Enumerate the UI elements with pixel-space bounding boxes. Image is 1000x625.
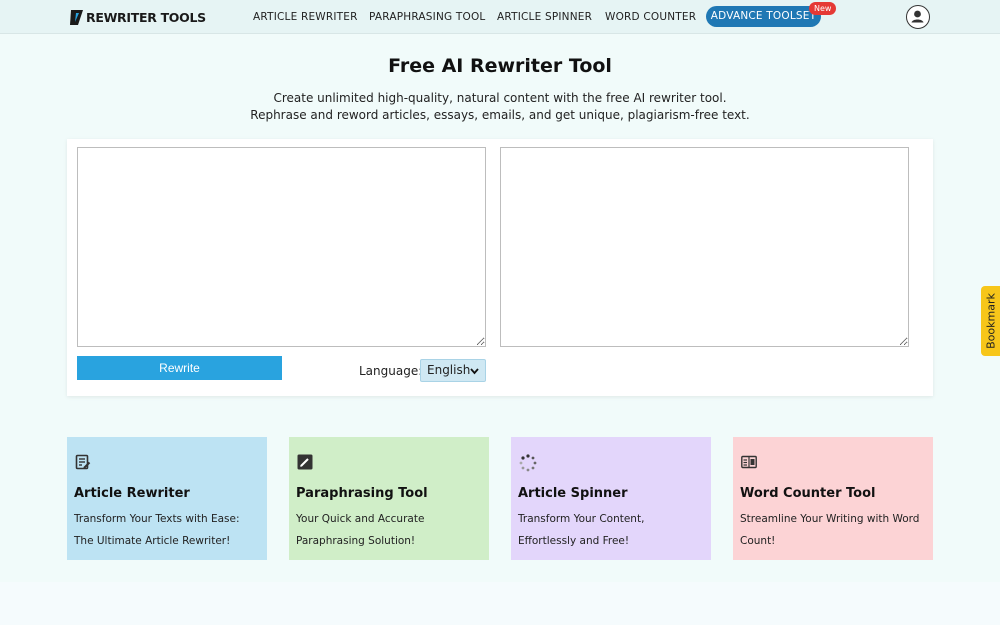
site-header: REWRITER TOOLS ARTICLE REWRITER PARAPHRA… — [0, 0, 1000, 34]
card-title: Article Rewriter — [74, 486, 190, 501]
output-textarea[interactable] — [500, 147, 909, 347]
site-logo[interactable]: REWRITER TOOLS — [69, 8, 206, 26]
word-count-icon — [741, 454, 757, 470]
user-avatar-icon[interactable] — [906, 5, 930, 29]
card-paraphrasing-tool[interactable]: Paraphrasing Tool Your Quick and Accurat… — [289, 437, 489, 560]
card-title: Article Spinner — [518, 486, 628, 501]
card-article-rewriter[interactable]: Article Rewriter Transform Your Texts wi… — [67, 437, 267, 560]
card-word-counter[interactable]: Word Counter Tool Streamline Your Writin… — [733, 437, 933, 560]
logo-text: REWRITER TOOLS — [86, 9, 206, 25]
bookmark-label: Bookmark — [984, 293, 997, 349]
language-label: Language: — [359, 364, 423, 378]
rewriter-panel: Rewrite Language: English — [67, 139, 933, 396]
card-description: Streamline Your Writing with Word Count! — [740, 513, 920, 547]
nav-article-rewriter[interactable]: ARTICLE REWRITER — [253, 11, 358, 23]
card-description: Transform Your Texts with Ease: The Ulti… — [74, 513, 240, 547]
footer-band — [0, 582, 1000, 625]
nav-paraphrasing-tool[interactable]: PARAPHRASING TOOL — [369, 11, 485, 23]
card-title: Word Counter Tool — [740, 486, 876, 501]
nav-article-spinner[interactable]: ARTICLE SPINNER — [497, 11, 592, 23]
notes-edit-icon — [75, 454, 91, 470]
advance-toolset-button[interactable]: ADVANCE TOOLSET — [706, 6, 821, 27]
pencil-square-icon — [297, 454, 313, 470]
language-select[interactable]: English — [420, 359, 486, 382]
nav-word-counter[interactable]: WORD COUNTER — [605, 11, 696, 23]
page-title: Free AI Rewriter Tool — [388, 55, 612, 77]
card-title: Paraphrasing Tool — [296, 486, 428, 501]
card-article-spinner[interactable]: Article Spinner Transform Your Content, … — [511, 437, 711, 560]
page-subtitle: Create unlimited high-quality, natural c… — [250, 91, 750, 122]
new-badge: New — [809, 2, 837, 15]
bookmark-tab[interactable]: Bookmark — [981, 286, 1000, 356]
rewrite-button[interactable]: Rewrite — [77, 356, 282, 380]
logo-pen-icon — [69, 9, 84, 26]
card-description: Transform Your Content, Effortlessly and… — [518, 513, 645, 547]
card-description: Your Quick and Accurate Paraphrasing Sol… — [296, 513, 425, 547]
spinner-icon — [519, 454, 537, 472]
chevron-down-icon — [470, 361, 479, 390]
language-selected-value: English — [427, 363, 471, 377]
input-textarea[interactable] — [77, 147, 486, 347]
